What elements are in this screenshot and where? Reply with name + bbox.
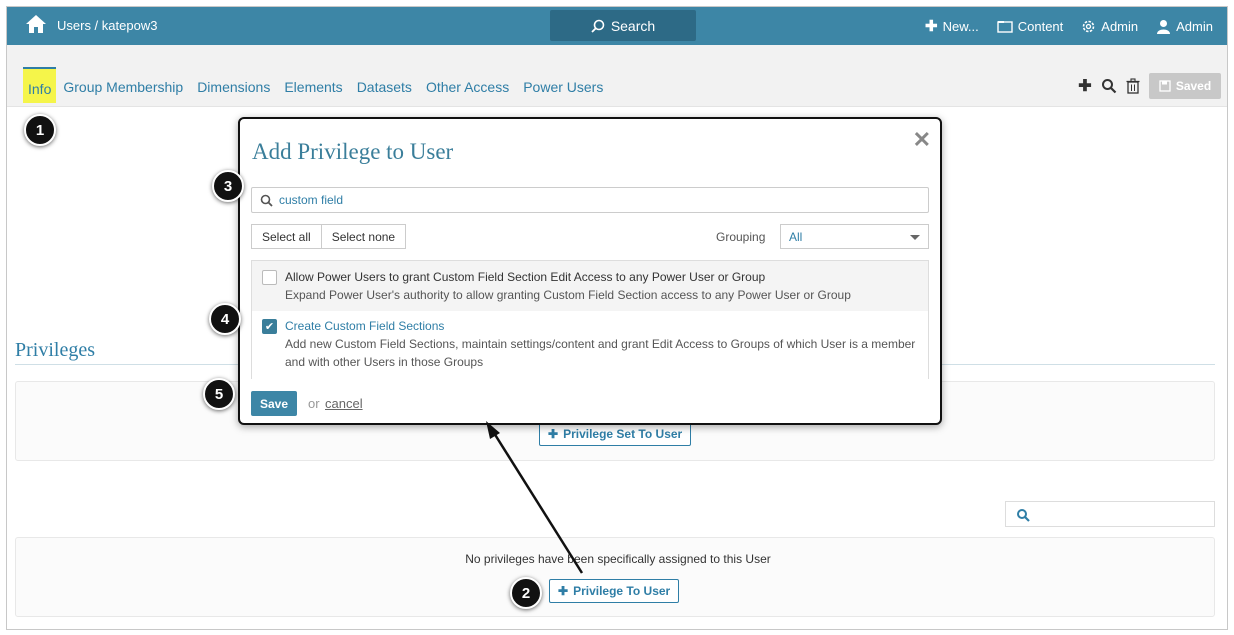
callout-1: 1 (24, 114, 56, 146)
callout-3: 3 (212, 170, 244, 202)
callout-2: 2 (510, 577, 542, 609)
annotation-arrow (486, 421, 584, 574)
callout-5: 5 (203, 378, 235, 410)
callout-4: 4 (209, 303, 241, 335)
